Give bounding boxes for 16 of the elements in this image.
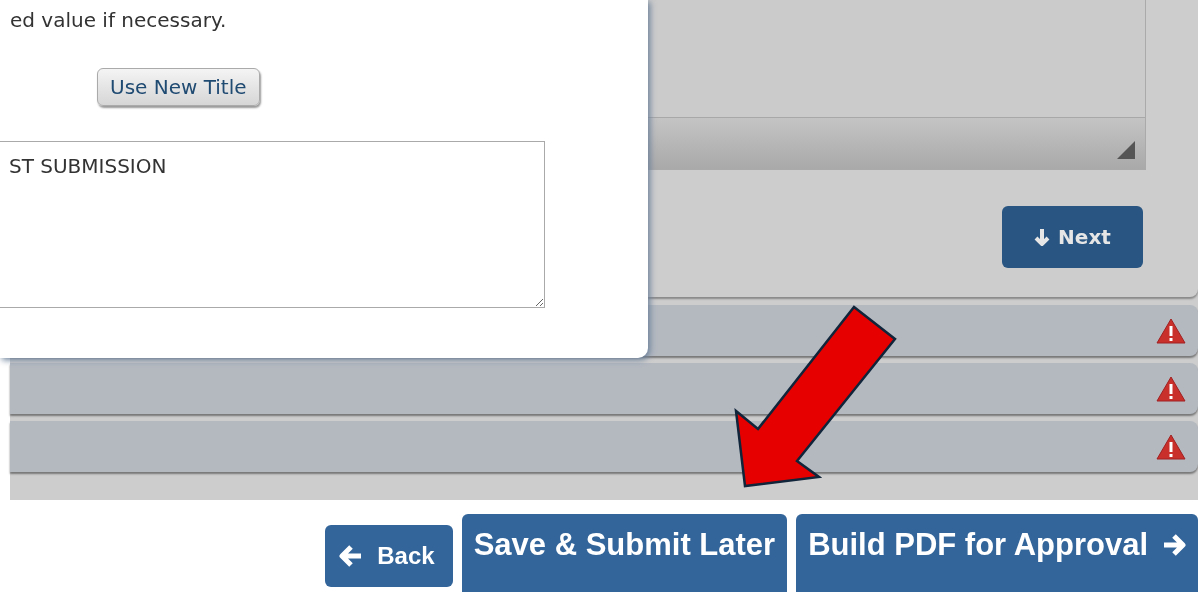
instruction-text: ed value if necessary. [10,8,227,32]
title-field[interactable]: ST SUBMISSION [0,141,545,308]
next-button[interactable]: Next [1002,206,1143,268]
warning-icon [1156,317,1186,344]
down-arrow-icon [1034,228,1051,246]
resize-handle-icon[interactable] [1117,141,1135,159]
collapsed-section[interactable] [10,363,1198,414]
back-button[interactable]: Back [325,525,453,587]
save-button[interactable]: Save & Submit Later [461,514,788,592]
warning-icon [1156,375,1186,402]
use-new-title-button[interactable]: Use New Title [97,68,260,106]
warning-icon [1156,433,1186,460]
right-arrow-icon [1162,534,1186,556]
build-pdf-button[interactable]: Build PDF for Approval [796,514,1198,592]
collapsed-section[interactable] [10,421,1198,472]
left-arrow-icon [339,545,364,567]
